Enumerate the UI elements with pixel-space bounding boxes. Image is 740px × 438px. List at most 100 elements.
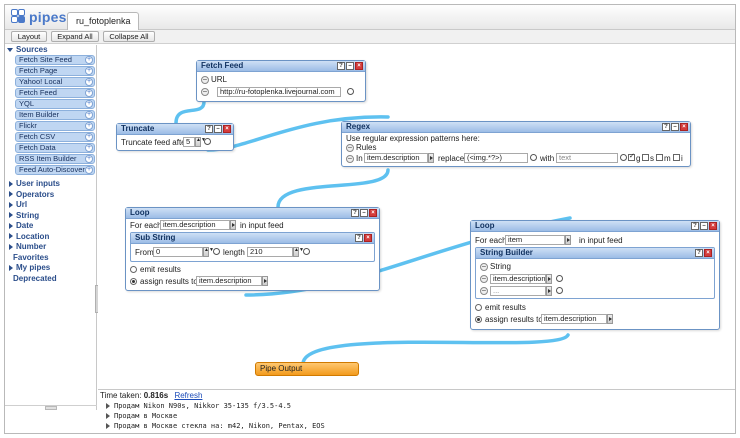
- minimize-icon[interactable]: –: [360, 209, 368, 217]
- add-module-icon[interactable]: +: [85, 144, 93, 152]
- remove-field-icon[interactable]: –: [480, 275, 488, 283]
- assign-results-radio[interactable]: [130, 278, 137, 285]
- truncate-header[interactable]: Truncate ? – ×: [117, 124, 233, 135]
- sidebar-category-location[interactable]: Location: [9, 232, 49, 241]
- debug-output-item[interactable]: Продам в Москве стекла на: m42, Nikon, P…: [106, 422, 325, 430]
- fetch-feed-module[interactable]: Fetch Feed ? – × – URL – http://ru-fotople…: [196, 60, 366, 102]
- sidebar-link-favorites[interactable]: Favorites: [13, 253, 49, 262]
- string-terminal[interactable]: [556, 275, 563, 282]
- for-each-field[interactable]: item: [505, 235, 565, 245]
- add-module-icon[interactable]: +: [85, 111, 93, 119]
- fetch-feed-header[interactable]: Fetch Feed ? – ×: [197, 61, 365, 72]
- sidebar-category-number[interactable]: Number: [9, 242, 46, 251]
- string-part-field[interactable]: item.description: [490, 274, 546, 284]
- add-module-icon[interactable]: +: [85, 89, 93, 97]
- dropdown-arrow-icon[interactable]: [607, 314, 613, 324]
- tab-pipe-title[interactable]: ru_fotoplenka: [67, 12, 139, 30]
- regex-pattern-input[interactable]: (<img.*?>): [464, 153, 528, 163]
- dropdown-arrow-icon[interactable]: [546, 274, 552, 284]
- close-icon[interactable]: ×: [704, 249, 712, 257]
- from-input[interactable]: 0: [153, 247, 203, 257]
- regex-module[interactable]: Regex ? – × Use regular expression pattern…: [341, 121, 691, 167]
- minimize-icon[interactable]: –: [671, 123, 679, 131]
- pipe-canvas[interactable]: Fetch Feed ? – × – URL – http://ru-fotople…: [98, 45, 735, 389]
- sidebar-category-url[interactable]: Url: [9, 200, 27, 209]
- truncate-module[interactable]: Truncate ? – × Truncate feed after 5 ▲▼: [116, 123, 234, 151]
- flag-m-checkbox[interactable]: [656, 154, 663, 161]
- refresh-link[interactable]: Refresh: [174, 391, 202, 400]
- minimize-icon[interactable]: –: [214, 125, 222, 133]
- assign-results-radio[interactable]: [475, 316, 482, 323]
- add-module-icon[interactable]: +: [85, 155, 93, 163]
- loop-header[interactable]: Loop ? – ×: [471, 221, 719, 232]
- sidebar-module-fetch-site-feed[interactable]: Fetch Site Feed +: [15, 55, 95, 65]
- emit-results-radio[interactable]: [475, 304, 482, 311]
- dropdown-arrow-icon[interactable]: [230, 220, 236, 230]
- remove-url-icon[interactable]: –: [201, 88, 209, 96]
- dropdown-arrow-icon[interactable]: [565, 235, 571, 245]
- pattern-terminal[interactable]: [530, 154, 537, 161]
- add-module-icon[interactable]: +: [85, 100, 93, 108]
- help-icon[interactable]: ?: [205, 125, 213, 133]
- expand-triangle-icon[interactable]: [106, 423, 110, 429]
- close-icon[interactable]: ×: [364, 234, 372, 242]
- sidebar-module-fetch-page[interactable]: Fetch Page +: [15, 66, 95, 76]
- loop-header[interactable]: Loop ? – ×: [126, 208, 379, 219]
- sidebar-module-fetch-csv[interactable]: Fetch CSV +: [15, 132, 95, 142]
- flag-g-checkbox[interactable]: [628, 152, 635, 161]
- sources-heading[interactable]: Sources: [7, 45, 48, 54]
- replacement-terminal[interactable]: [620, 154, 627, 161]
- regex-in-field[interactable]: item.description: [364, 153, 428, 163]
- sidebar-module-yql[interactable]: YQL +: [15, 99, 95, 109]
- close-icon[interactable]: ×: [369, 209, 377, 217]
- minimize-icon[interactable]: –: [346, 62, 354, 70]
- help-icon[interactable]: ?: [337, 62, 345, 70]
- add-module-icon[interactable]: +: [85, 67, 93, 75]
- help-icon[interactable]: ?: [351, 209, 359, 217]
- add-module-icon[interactable]: +: [85, 133, 93, 141]
- sidebar-module-yahoo-local[interactable]: Yahoo! Local +: [15, 77, 95, 87]
- loop-substring-module[interactable]: Loop ? – × For each item.description in in…: [125, 207, 380, 291]
- remove-rule-icon[interactable]: –: [346, 155, 354, 163]
- count-terminal[interactable]: [204, 138, 211, 145]
- debug-output-item[interactable]: Продам в Москве: [106, 412, 177, 420]
- expand-triangle-icon[interactable]: [106, 413, 110, 419]
- count-spinner-icon[interactable]: ▲▼: [195, 137, 206, 147]
- string-part-empty-field[interactable]: ...: [490, 286, 546, 296]
- substring-header[interactable]: Sub String ? ×: [131, 233, 374, 244]
- from-spinner-icon[interactable]: ▲▼: [203, 247, 214, 257]
- expand-triangle-icon[interactable]: [106, 403, 110, 409]
- sidebar-module-fetch-data[interactable]: Fetch Data +: [15, 143, 95, 153]
- dropdown-arrow-icon[interactable]: [428, 153, 434, 163]
- length-spinner-icon[interactable]: ▲▼: [293, 247, 304, 257]
- from-terminal[interactable]: [213, 248, 220, 255]
- pipe-output-module[interactable]: Pipe Output: [255, 362, 359, 376]
- sidebar-link-deprecated[interactable]: Deprecated: [13, 274, 57, 283]
- dropdown-arrow-icon[interactable]: [262, 276, 268, 286]
- remove-field-icon[interactable]: –: [480, 263, 488, 271]
- pipes-logo[interactable]: pipes: [11, 8, 67, 26]
- truncate-count-input[interactable]: 5: [183, 137, 195, 147]
- close-icon[interactable]: ×: [680, 123, 688, 131]
- emit-results-radio[interactable]: [130, 266, 137, 273]
- expand-all-button[interactable]: Expand All: [51, 31, 99, 42]
- dropdown-arrow-icon[interactable]: [546, 286, 552, 296]
- layout-button[interactable]: Layout: [11, 31, 47, 42]
- url-terminal[interactable]: [347, 88, 354, 95]
- regex-header[interactable]: Regex ? – ×: [342, 122, 690, 133]
- sidebar-category-operators[interactable]: Operators: [9, 190, 54, 199]
- length-terminal[interactable]: [303, 248, 310, 255]
- debug-output-item[interactable]: Продам Nikon N90s, Nikkor 35-135 f/3.5-4…: [106, 402, 291, 410]
- assign-target-field[interactable]: item.description: [541, 314, 607, 324]
- minimize-icon[interactable]: –: [700, 222, 708, 230]
- help-icon[interactable]: ?: [691, 222, 699, 230]
- stringbuilder-header[interactable]: String Builder ? ×: [476, 248, 714, 259]
- length-input[interactable]: 210: [247, 247, 293, 257]
- sidebar-module-item-builder[interactable]: Item Builder +: [15, 110, 95, 120]
- remove-field-icon[interactable]: –: [201, 76, 209, 84]
- close-icon[interactable]: ×: [223, 125, 231, 133]
- sidebar-scroll-handle[interactable]: [5, 405, 97, 411]
- help-icon[interactable]: ?: [662, 123, 670, 131]
- help-icon[interactable]: ?: [695, 249, 703, 257]
- stringbuilder-submodule[interactable]: String Builder ? × – String – item.descri…: [475, 247, 715, 299]
